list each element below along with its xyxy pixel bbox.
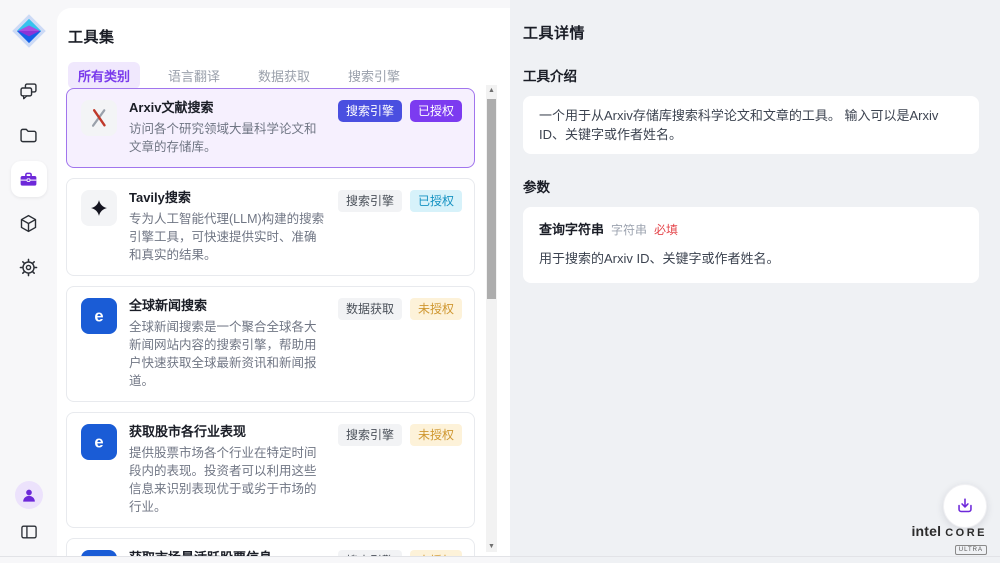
tool-list-panel: 工具集 所有类别 语言翻译 数据获取 搜索引擎 Arxiv文献搜索 访问各个研究… <box>57 8 510 556</box>
tab-data-acquisition[interactable]: 数据获取 <box>248 62 320 89</box>
tool-card-sector-performance[interactable]: e 获取股市各行业表现 提供股票市场各个行业在特定时间段内的表现。投资者可以利用… <box>66 412 475 528</box>
tool-card-arxiv[interactable]: Arxiv文献搜索 访问各个研究领域大量科学论文和文章的存储库。 搜索引擎 已授… <box>66 88 475 168</box>
blue-e-logo-icon: e <box>81 298 117 334</box>
tool-card-global-news[interactable]: e 全球新闻搜索 全球新闻搜索是一个聚合全球各大新闻网站内容的搜索引擎，帮助用户… <box>66 286 475 402</box>
page-title: 工具集 <box>57 8 510 47</box>
auth-status-badge: 已授权 <box>410 100 462 122</box>
arxiv-x-icon <box>81 100 117 136</box>
parameter-required-flag: 必填 <box>654 221 678 240</box>
category-badge: 搜索引擎 <box>338 190 402 212</box>
user-avatar[interactable] <box>15 481 43 509</box>
intel-wordmark: intel <box>911 524 941 538</box>
tool-description: 提供股票市场各个行业在特定时间段内的表现。投资者可以利用这些信息来识别表现优于或… <box>129 444 326 516</box>
sidebar-item-files[interactable] <box>11 117 47 153</box>
tool-name: Arxiv文献搜索 <box>129 100 326 116</box>
ultra-badge: ultra <box>955 545 987 555</box>
svg-text:e: e <box>94 308 103 326</box>
settings-gear-icon <box>18 257 39 278</box>
chat-bubbles-icon <box>18 81 39 102</box>
svg-text:e: e <box>94 434 103 452</box>
parameter-box: 查询字符串 字符串 必填 用于搜索的Arxiv ID、关键字或作者姓名。 <box>523 207 979 283</box>
tool-name: Tavily搜索 <box>129 190 326 206</box>
scroll-up-arrow-icon[interactable]: ▲ <box>486 85 497 96</box>
package-cube-icon <box>18 213 39 234</box>
download-button[interactable] <box>943 484 987 528</box>
auth-status-badge: 已授权 <box>410 190 462 212</box>
tool-description: 专为人工智能代理(LLM)构建的搜索引擎工具，可快速提供实时、准确和真实的结果。 <box>129 210 326 264</box>
auth-status-badge: 未授权 <box>410 424 462 446</box>
collapse-sidebar-button[interactable] <box>11 517 47 547</box>
parameter-name: 查询字符串 <box>539 220 604 239</box>
tab-language-translation[interactable]: 语言翻译 <box>158 62 230 89</box>
tool-description: 全球新闻搜索是一个聚合全球各大新闻网站内容的搜索引擎，帮助用户快速获取全球最新资… <box>129 318 326 390</box>
user-icon <box>19 485 39 505</box>
intro-heading: 工具介绍 <box>523 65 979 85</box>
app-logo[interactable] <box>11 13 47 49</box>
detail-title: 工具详情 <box>523 22 979 43</box>
category-tabs: 所有类别 语言翻译 数据获取 搜索引擎 <box>68 62 510 89</box>
tool-detail-panel: 工具详情 工具介绍 一个用于从Arxiv存储库搜索科学论文和文章的工具。 输入可… <box>510 0 1000 563</box>
sidebar-bottom <box>11 481 47 547</box>
category-badge: 搜索引擎 <box>338 100 402 122</box>
toolbox-icon <box>18 169 39 190</box>
sparkle-star-icon <box>81 190 117 226</box>
intel-core-logo: intel core ultra <box>911 524 987 555</box>
tab-all-categories[interactable]: 所有类别 <box>68 62 140 89</box>
sidebar-item-settings[interactable] <box>11 249 47 285</box>
tool-name: 获取股市各行业表现 <box>129 424 326 440</box>
window-bottom-edge <box>0 556 1000 557</box>
collapse-panel-icon <box>19 522 39 542</box>
scroll-down-arrow-icon[interactable]: ▼ <box>486 541 497 552</box>
scrollbar-thumb[interactable] <box>487 99 496 299</box>
tab-search-engine[interactable]: 搜索引擎 <box>338 62 410 89</box>
download-icon <box>954 495 976 517</box>
sidebar-item-tools[interactable] <box>11 161 47 197</box>
parameter-description: 用于搜索的Arxiv ID、关键字或作者姓名。 <box>539 249 963 268</box>
diamond-logo-icon <box>11 13 47 49</box>
parameter-type: 字符串 <box>611 221 647 240</box>
params-heading: 参数 <box>523 176 979 196</box>
tool-list: Arxiv文献搜索 访问各个研究领域大量科学论文和文章的存储库。 搜索引擎 已授… <box>66 88 475 556</box>
list-scrollbar[interactable]: ▲ ▼ <box>486 85 497 552</box>
intro-text-box: 一个用于从Arxiv存储库搜索科学论文和文章的工具。 输入可以是Arxiv ID… <box>523 96 979 154</box>
category-badge: 数据获取 <box>338 298 402 320</box>
folder-icon <box>18 125 39 146</box>
sidebar-item-chat[interactable] <box>11 73 47 109</box>
sidebar-rail <box>0 0 57 563</box>
tool-card-active-stocks[interactable]: e 获取市场最活跃股票信息 提供当天交易量最高的股票列表，投资者可以利用这些信息… <box>66 538 475 556</box>
sidebar-nav <box>11 73 47 285</box>
tool-name: 全球新闻搜索 <box>129 298 326 314</box>
auth-status-badge: 未授权 <box>410 298 462 320</box>
sidebar-item-packages[interactable] <box>11 205 47 241</box>
blue-e-logo-icon: e <box>81 424 117 460</box>
category-badge: 搜索引擎 <box>338 424 402 446</box>
tool-description: 访问各个研究领域大量科学论文和文章的存储库。 <box>129 120 326 156</box>
tool-card-tavily[interactable]: Tavily搜索 专为人工智能代理(LLM)构建的搜索引擎工具，可快速提供实时、… <box>66 178 475 276</box>
core-wordmark: core <box>945 528 987 539</box>
